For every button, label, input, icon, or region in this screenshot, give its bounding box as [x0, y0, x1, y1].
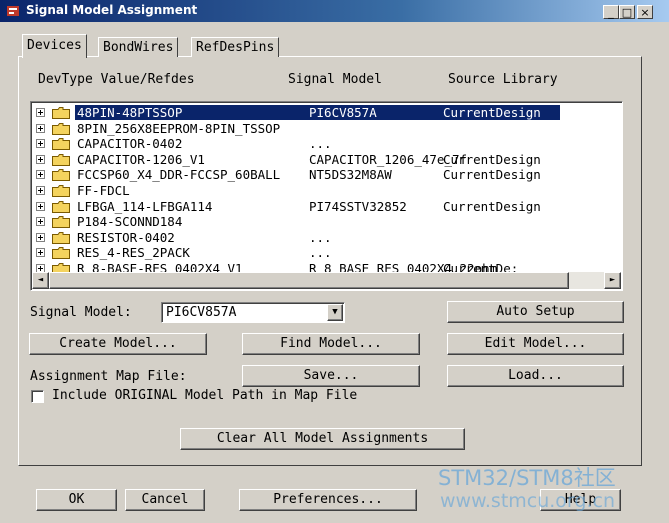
- tab-refdespins[interactable]: RefDesPins: [191, 37, 280, 57]
- devtype-cell: CAPACITOR-0402: [77, 136, 183, 152]
- tree-row[interactable]: LFBGA_114-LFBGA114 PI74SSTV32852 CurrentDe…: [33, 199, 622, 214]
- folder-icon: [52, 231, 70, 244]
- edit-model-button[interactable]: Edit Model...: [447, 333, 624, 355]
- watermark-title: STM32/STM8社区: [438, 466, 616, 490]
- folder-icon: [52, 169, 70, 182]
- devtype-cell: RESISTOR-0402: [77, 229, 175, 245]
- maximize-button[interactable]: □: [619, 5, 635, 19]
- tree-row[interactable]: FF-FDCL: [33, 183, 622, 198]
- find-model-button[interactable]: Find Model...: [242, 333, 420, 355]
- source-library-cell: CurrentDesign: [443, 105, 541, 120]
- device-tree[interactable]: 48PIN-48PTSSOP PI6CV857A CurrentDesign 8PIN…: [30, 101, 623, 291]
- tree-row[interactable]: CAPACITOR-1206_V1 CAPACITOR_1206_47e_7f Cu…: [33, 152, 622, 167]
- expand-icon[interactable]: [36, 248, 45, 258]
- chevron-down-icon: ▼: [332, 307, 338, 317]
- devtype-cell: 8PIN_256X8EEPROM-8PIN_TSSOP: [77, 120, 281, 136]
- folder-icon: [52, 122, 70, 135]
- tree-row[interactable]: RESISTOR-0402...: [33, 230, 622, 245]
- arrow-right-icon: ►: [609, 275, 616, 285]
- signal-model-dropdown[interactable]: PI6CV857A ▼: [161, 302, 345, 323]
- signal-model-cell: PI74SSTV32852: [309, 198, 407, 214]
- scroll-left-button[interactable]: ◄: [32, 272, 49, 289]
- column-header-devtype: DevType Value/Refdes: [38, 72, 195, 87]
- signal-model-cell: PI6CV857A: [309, 105, 377, 120]
- tree-row[interactable]: 48PIN-48PTSSOP PI6CV857A CurrentDesign: [33, 104, 622, 121]
- folder-icon: [52, 107, 70, 119]
- cancel-button[interactable]: Cancel: [125, 489, 205, 511]
- devtype-cell: LFBGA_114-LFBGA114: [77, 198, 213, 214]
- expand-icon[interactable]: [36, 123, 45, 133]
- tree-row[interactable]: FCCSP60_X4_DDR-FCCSP_60BALL NT5DS32M8AW Cu…: [33, 167, 622, 182]
- arrow-left-icon: ◄: [37, 275, 44, 285]
- source-library-cell: CurrentDesign: [443, 167, 541, 183]
- source-library-cell: CurrentDesign: [443, 198, 541, 214]
- ok-button[interactable]: OK: [36, 489, 117, 511]
- tree-row[interactable]: P184-SCONND184: [33, 214, 622, 229]
- column-header-signal-model: Signal Model: [288, 72, 382, 87]
- signal-model-cell: ...: [309, 136, 332, 152]
- signal-model-label: Signal Model:: [30, 305, 132, 320]
- column-header-source-library: Source Library: [448, 72, 558, 87]
- signal-model-value: PI6CV857A: [166, 305, 237, 320]
- expand-icon[interactable]: [36, 232, 45, 242]
- tree-row[interactable]: CAPACITOR-0402...: [33, 136, 622, 151]
- preferences-button[interactable]: Preferences...: [239, 489, 417, 511]
- expand-icon[interactable]: [36, 186, 45, 195]
- folder-icon: [52, 185, 70, 197]
- folder-icon: [52, 216, 70, 229]
- load-button[interactable]: Load...: [447, 365, 624, 387]
- devtype-cell: RES_4-RES_2PACK: [77, 245, 190, 261]
- folder-icon: [52, 138, 70, 151]
- window-title: Signal Model Assignment: [26, 3, 198, 17]
- tree-row[interactable]: RES_4-RES_2PACK...: [33, 245, 622, 260]
- tab-devices[interactable]: Devices: [22, 34, 87, 58]
- tab-bondwires[interactable]: BondWires: [98, 37, 179, 57]
- include-original-label: Include ORIGINAL Model Path in Map File: [52, 388, 358, 403]
- horizontal-scrollbar[interactable]: ◄ ►: [32, 272, 621, 289]
- expand-icon[interactable]: [36, 108, 45, 117]
- folder-icon: [52, 247, 70, 260]
- expand-icon[interactable]: [36, 139, 45, 149]
- watermark-url: www.stmcu.org.cn: [440, 490, 615, 512]
- devtype-cell: FCCSP60_X4_DDR-FCCSP_60BALL: [77, 167, 281, 183]
- scroll-right-button[interactable]: ►: [604, 272, 621, 289]
- folder-icon: [52, 153, 70, 166]
- devtype-cell: 48PIN-48PTSSOP: [77, 105, 183, 120]
- close-button[interactable]: ×: [637, 5, 653, 19]
- create-model-button[interactable]: Create Model...: [29, 333, 207, 355]
- signal-model-cell: ...: [309, 229, 332, 245]
- save-button[interactable]: Save...: [242, 365, 420, 387]
- devtype-cell: P184-SCONND184: [77, 214, 183, 230]
- assignment-map-label: Assignment Map File:: [30, 369, 187, 384]
- folder-icon: [52, 200, 70, 213]
- expand-icon[interactable]: [36, 217, 45, 227]
- auto-setup-button[interactable]: Auto Setup: [447, 301, 624, 323]
- clear-all-assignments-button[interactable]: Clear All Model Assignments: [180, 428, 465, 450]
- include-original-checkbox[interactable]: [31, 390, 44, 403]
- app-icon: [7, 6, 19, 16]
- scroll-thumb[interactable]: [49, 272, 569, 289]
- dropdown-button[interactable]: ▼: [327, 304, 343, 321]
- signal-model-cell: NT5DS32M8AW: [309, 167, 392, 183]
- tree-row[interactable]: 8PIN_256X8EEPROM-8PIN_TSSOP: [33, 121, 622, 136]
- minimize-button[interactable]: _: [603, 5, 619, 19]
- expand-icon[interactable]: [36, 154, 45, 164]
- expand-icon[interactable]: [36, 170, 45, 180]
- devtype-cell: FF-FDCL: [77, 183, 130, 198]
- signal-model-cell: ...: [309, 245, 332, 261]
- source-library-cell: CurrentDesign: [443, 151, 541, 167]
- expand-icon[interactable]: [36, 201, 45, 211]
- devtype-cell: CAPACITOR-1206_V1: [77, 151, 205, 167]
